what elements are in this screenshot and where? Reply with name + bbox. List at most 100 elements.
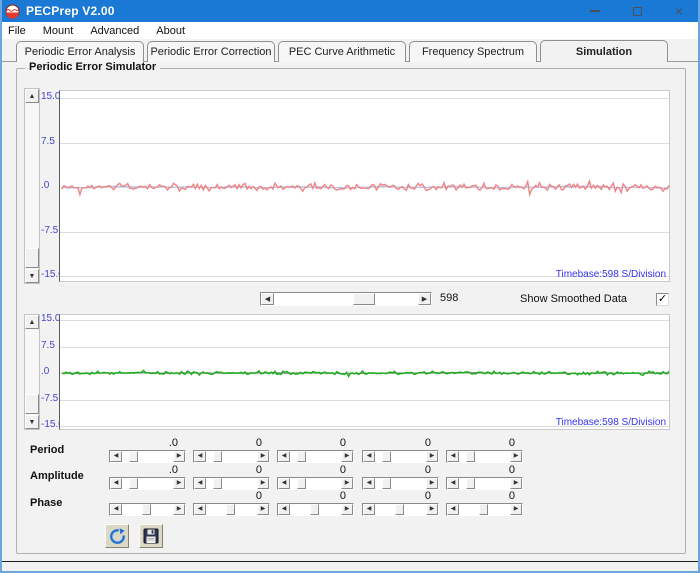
save-icon: [143, 528, 159, 544]
right-arrow-icon: ▶: [176, 506, 182, 512]
slider-thumb[interactable]: [297, 451, 306, 462]
period-slider-4[interactable]: ◀ ▶: [362, 450, 439, 463]
slider-thumb[interactable]: [297, 478, 306, 489]
minimize-button[interactable]: [574, 0, 616, 22]
top-chart-plot: Timebase:598 S/Division: [59, 90, 670, 282]
slider-right-button[interactable]: ▶: [341, 504, 353, 515]
slider-right-button[interactable]: ▶: [173, 478, 185, 489]
scroll-thumb[interactable]: [25, 394, 39, 414]
scroll-up-button[interactable]: ▲: [25, 315, 39, 329]
period-slider-5[interactable]: ◀ ▶: [446, 450, 523, 463]
slider-left-button[interactable]: ◀: [447, 451, 459, 462]
slider-thumb[interactable]: [310, 504, 319, 515]
menu-mount[interactable]: Mount: [43, 25, 74, 37]
slider-left-button[interactable]: ◀: [278, 478, 290, 489]
slider-right-button[interactable]: ▶: [173, 504, 185, 515]
maximize-button[interactable]: [616, 0, 658, 22]
top-chart-y-axis: 15.0 7.5.0 -7.5 -15.0: [40, 90, 64, 282]
slider-thumb[interactable]: [142, 504, 151, 515]
slider-thumb[interactable]: [479, 504, 488, 515]
slider-right-button[interactable]: ▶: [173, 451, 185, 462]
slider-right-button[interactable]: ▶: [510, 478, 522, 489]
slider-left-button[interactable]: ◀: [194, 478, 206, 489]
slider-thumb[interactable]: [466, 451, 475, 462]
slider-right-button[interactable]: ▶: [426, 504, 438, 515]
amplitude-slider-1[interactable]: ◀ ▶: [109, 477, 186, 490]
amplitude-value-1: .0: [168, 464, 178, 476]
amplitude-slider-3[interactable]: ◀ ▶: [277, 477, 354, 490]
close-button[interactable]: ×: [658, 0, 698, 22]
slider-thumb[interactable]: [226, 504, 235, 515]
amplitude-slider-4[interactable]: ◀ ▶: [362, 477, 439, 490]
top-chart-vertical-scrollbar[interactable]: ▲ ▼: [24, 88, 40, 284]
slider-left-button[interactable]: ◀: [194, 451, 206, 462]
slider-left-button[interactable]: ◀: [278, 451, 290, 462]
scroll-thumb[interactable]: [353, 293, 375, 305]
slider-right-button[interactable]: ▶: [510, 504, 522, 515]
phase-slider-5[interactable]: ◀ ▶: [446, 503, 523, 516]
slider-right-button[interactable]: ▶: [257, 504, 269, 515]
slider-right-button[interactable]: ▶: [257, 478, 269, 489]
phase-slider-3[interactable]: ◀ ▶: [277, 503, 354, 516]
slider-thumb[interactable]: [129, 451, 138, 462]
phase-slider-1[interactable]: ◀ ▶: [109, 503, 186, 516]
save-button[interactable]: [139, 524, 163, 548]
slider-thumb[interactable]: [213, 478, 222, 489]
amplitude-slider-2[interactable]: ◀ ▶: [193, 477, 270, 490]
slider-left-button[interactable]: ◀: [110, 478, 122, 489]
scroll-up-button[interactable]: ▲: [25, 89, 39, 103]
timebase-scrollbar[interactable]: ◀ ▶: [260, 292, 432, 306]
slider-thumb[interactable]: [382, 451, 391, 462]
scroll-thumb[interactable]: [25, 248, 39, 268]
slider-right-button[interactable]: ▶: [341, 451, 353, 462]
slider-left-button[interactable]: ◀: [110, 451, 122, 462]
tab-periodic-error-correction[interactable]: Periodic Error Correction: [147, 41, 275, 62]
menu-advanced[interactable]: Advanced: [90, 25, 139, 37]
slider-left-button[interactable]: ◀: [363, 478, 375, 489]
slider-left-button[interactable]: ◀: [447, 504, 459, 515]
period-slider-3[interactable]: ◀ ▶: [277, 450, 354, 463]
slider-right-button[interactable]: ▶: [510, 451, 522, 462]
left-arrow-icon: ◀: [113, 506, 119, 512]
bottom-chart-plot: Timebase:598 S/Division: [59, 314, 670, 430]
phase-value-3: 0: [339, 490, 346, 502]
slider-right-button[interactable]: ▶: [257, 451, 269, 462]
show-smoothed-data-checkbox[interactable]: ✓: [656, 293, 669, 306]
period-slider-1[interactable]: ◀ ▶: [109, 450, 186, 463]
left-arrow-icon: ◀: [197, 453, 203, 459]
scroll-down-button[interactable]: ▼: [25, 415, 39, 429]
left-arrow-icon: ◀: [366, 453, 372, 459]
menu-file[interactable]: File: [8, 25, 26, 37]
tab-pec-curve-arithmetic[interactable]: PEC Curve Arithmetic: [278, 41, 406, 62]
slider-left-button[interactable]: ◀: [447, 478, 459, 489]
slider-right-button[interactable]: ▶: [426, 478, 438, 489]
tab-simulation[interactable]: Simulation: [540, 40, 668, 62]
slider-thumb[interactable]: [382, 478, 391, 489]
bottom-chart-vertical-scrollbar[interactable]: ▲ ▼: [24, 314, 40, 430]
phase-row-label: Phase: [30, 497, 63, 509]
scroll-right-button[interactable]: ▶: [418, 293, 431, 305]
slider-left-button[interactable]: ◀: [110, 504, 122, 515]
period-slider-2[interactable]: ◀ ▶: [193, 450, 270, 463]
slider-left-button[interactable]: ◀: [194, 504, 206, 515]
amplitude-slider-5[interactable]: ◀ ▶: [446, 477, 523, 490]
slider-right-button[interactable]: ▶: [341, 478, 353, 489]
amplitude-row-label: Amplitude: [30, 470, 84, 482]
slider-thumb[interactable]: [129, 478, 138, 489]
refresh-button[interactable]: [105, 524, 129, 548]
menu-about[interactable]: About: [156, 25, 185, 37]
period-value-4: 0: [424, 437, 431, 449]
scroll-left-button[interactable]: ◀: [261, 293, 274, 305]
phase-slider-2[interactable]: ◀ ▶: [193, 503, 270, 516]
scroll-down-button[interactable]: ▼: [25, 269, 39, 283]
slider-thumb[interactable]: [466, 478, 475, 489]
slider-thumb[interactable]: [213, 451, 222, 462]
tab-periodic-error-analysis[interactable]: Periodic Error Analysis: [16, 41, 144, 62]
slider-thumb[interactable]: [395, 504, 404, 515]
slider-left-button[interactable]: ◀: [363, 504, 375, 515]
phase-slider-4[interactable]: ◀ ▶: [362, 503, 439, 516]
slider-right-button[interactable]: ▶: [426, 451, 438, 462]
slider-left-button[interactable]: ◀: [278, 504, 290, 515]
slider-left-button[interactable]: ◀: [363, 451, 375, 462]
tab-frequency-spectrum[interactable]: Frequency Spectrum: [409, 41, 537, 62]
